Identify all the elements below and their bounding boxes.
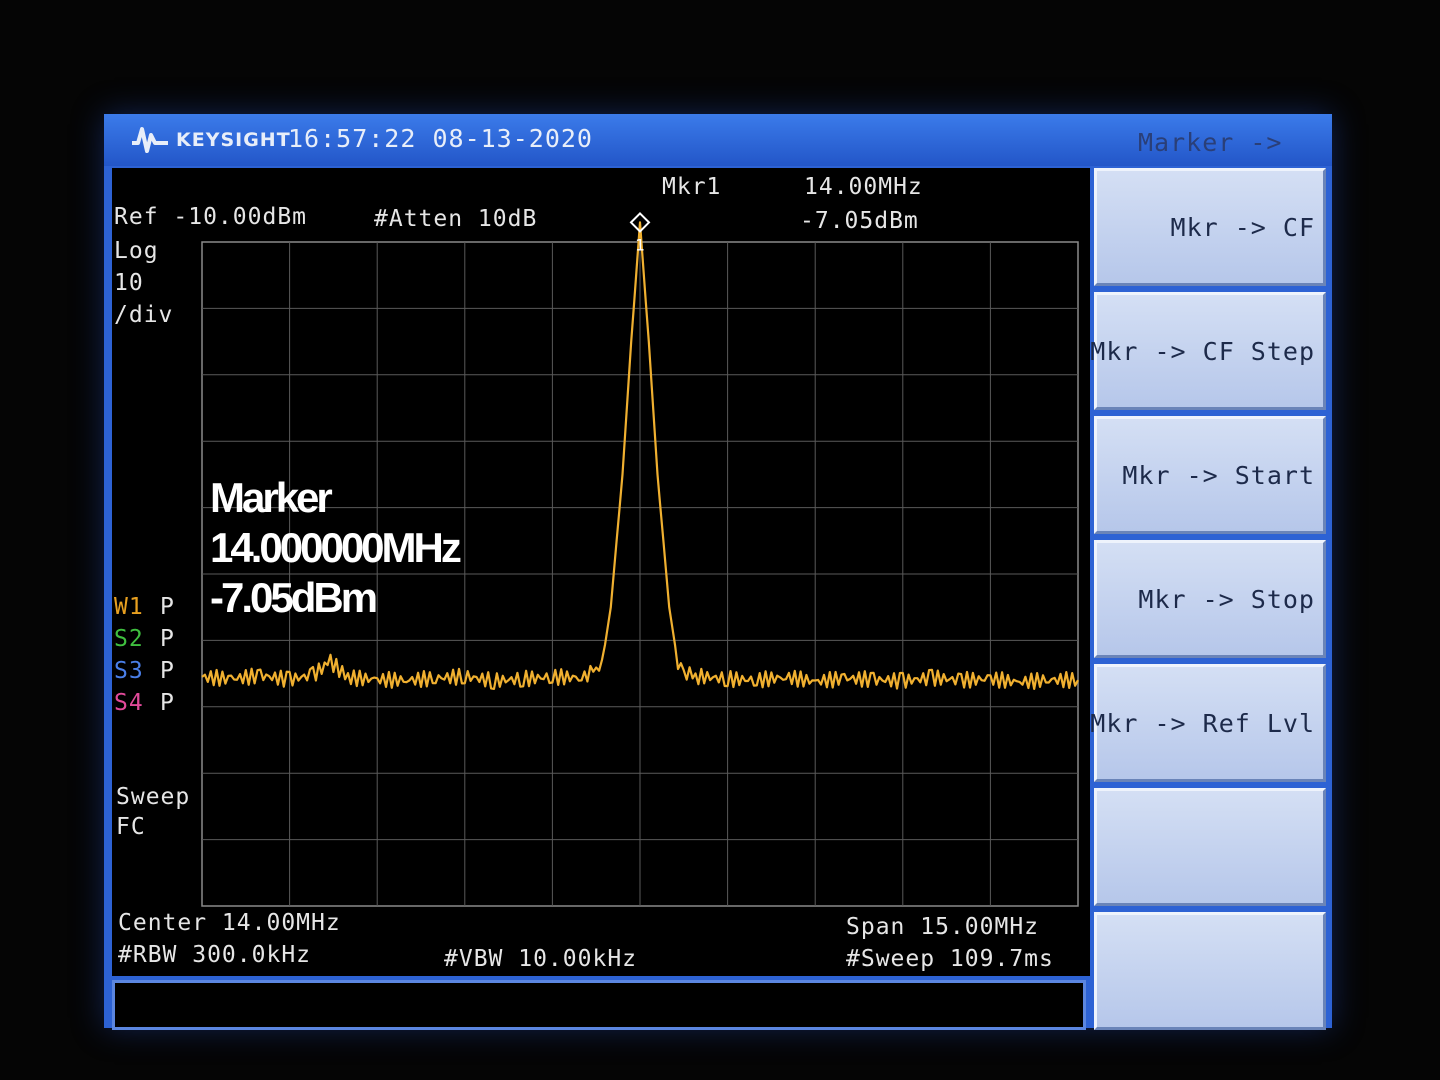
trace-mode: P bbox=[160, 626, 175, 652]
marker-overlay-amp: -7.05dBm bbox=[210, 574, 378, 621]
softkey-label: Mkr -> CF bbox=[1170, 212, 1315, 242]
brand-name: KEYSIGHT bbox=[176, 129, 291, 151]
trace-mode: P bbox=[160, 594, 175, 620]
softkey-menu-title: Marker -> bbox=[1138, 128, 1283, 157]
trace-id: S4 bbox=[114, 690, 144, 716]
spectrum-plot: 1 bbox=[201, 211, 1079, 907]
softkey-mkr-to-cf[interactable]: Mkr -> CF bbox=[1094, 168, 1326, 286]
title-bar: KEYSIGHT 16:57:22 08-13-2020 Marker -> bbox=[104, 114, 1332, 166]
brand-logo: KEYSIGHT bbox=[130, 124, 291, 156]
marker-overlay-freq: 14.000000MHz bbox=[210, 524, 462, 571]
marker-overlay-title: Marker bbox=[210, 474, 333, 521]
sweep-label: Sweep bbox=[116, 784, 191, 810]
trace-id: W1 bbox=[114, 594, 144, 620]
ref-level: Ref -10.00dBm bbox=[114, 204, 308, 230]
attenuation: #Atten 10dB bbox=[374, 206, 538, 232]
softkey-blank-7[interactable] bbox=[1094, 912, 1326, 1030]
sweep-mode: FC bbox=[116, 814, 146, 840]
rbw: #RBW 300.0kHz bbox=[118, 942, 312, 968]
scale-value: 10 bbox=[114, 270, 144, 296]
softkey-mkr-to-stop[interactable]: Mkr -> Stop bbox=[1094, 540, 1326, 658]
keysight-wave-icon bbox=[132, 127, 168, 153]
scale-unit: /div bbox=[114, 302, 174, 328]
softkey-mkr-to-ref-lvl[interactable]: Mkr -> Ref Lvl bbox=[1090, 664, 1326, 782]
analyzer-screen: KEYSIGHT 16:57:22 08-13-2020 Marker -> 1… bbox=[104, 114, 1332, 1030]
marker-1-number: 1 bbox=[635, 235, 645, 254]
trace-mode: P bbox=[160, 690, 175, 716]
center-freq: Center 14.00MHz bbox=[118, 910, 341, 936]
measurement-display: 1 Ref -10.00dBm #Atten 10dB Log 10 /div … bbox=[112, 168, 1090, 976]
softkey-panel: Mkr -> CF Mkr -> CF Step Mkr -> Start Mk… bbox=[1090, 168, 1332, 1030]
status-bar bbox=[112, 980, 1086, 1030]
trace-id: S2 bbox=[114, 626, 144, 652]
datetime: 16:57:22 08-13-2020 bbox=[288, 124, 593, 153]
scale-type: Log bbox=[114, 238, 159, 264]
span: Span 15.00MHz bbox=[846, 914, 1040, 940]
softkey-label: Mkr -> Start bbox=[1122, 460, 1315, 490]
softkey-mkr-to-cf-step[interactable]: Mkr -> CF Step bbox=[1090, 292, 1326, 410]
marker-label: Mkr1 bbox=[662, 174, 722, 200]
marker-freq: 14.00MHz bbox=[804, 174, 923, 200]
marker-amp: -7.05dBm bbox=[800, 208, 919, 234]
softkey-label: Mkr -> Stop bbox=[1138, 584, 1315, 614]
sweep-time: #Sweep 109.7ms bbox=[846, 946, 1054, 972]
softkey-label: Mkr -> CF Step bbox=[1090, 336, 1315, 366]
softkey-mkr-to-start[interactable]: Mkr -> Start bbox=[1094, 416, 1326, 534]
trace-id: S3 bbox=[114, 658, 144, 684]
trace-mode: P bbox=[160, 658, 175, 684]
softkey-label: Mkr -> Ref Lvl bbox=[1090, 708, 1315, 738]
softkey-blank-6[interactable] bbox=[1094, 788, 1326, 906]
vbw: #VBW 10.00kHz bbox=[444, 946, 638, 972]
